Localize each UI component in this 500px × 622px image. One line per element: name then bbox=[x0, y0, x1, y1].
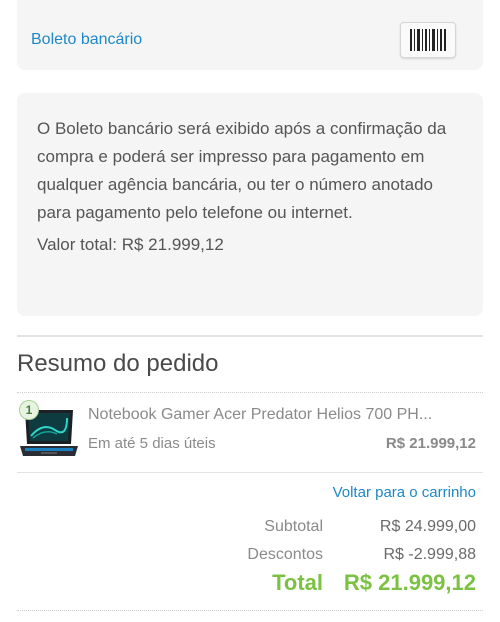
order-summary-title: Resumo do pedido bbox=[17, 350, 219, 377]
barcode-icon bbox=[410, 29, 446, 51]
boleto-info-card: O Boleto bancário será exibido após a co… bbox=[17, 93, 483, 316]
discount-value: R$ -2.999,88 bbox=[383, 546, 476, 563]
total-value: R$ 21.999,12 bbox=[343, 570, 476, 595]
total-label: Total bbox=[272, 570, 323, 595]
summary-divider bbox=[17, 472, 483, 473]
subtotal-label: Subtotal bbox=[264, 518, 323, 535]
payment-method-label[interactable]: Boleto bancário bbox=[31, 31, 142, 49]
payment-method-card[interactable]: Boleto bancário bbox=[17, 0, 483, 70]
boleto-total-text: Valor total: R$ 21.999,12 bbox=[37, 235, 224, 254]
delivery-estimate: Em até 5 dias úteis bbox=[88, 435, 216, 452]
quantity-badge: 1 bbox=[19, 400, 39, 420]
back-to-cart-link[interactable]: Voltar para o carrinho bbox=[333, 484, 476, 501]
product-price: R$ 21.999,12 bbox=[385, 435, 476, 452]
discount-label: Descontos bbox=[247, 546, 323, 563]
bottom-divider bbox=[17, 610, 483, 611]
barcode-button[interactable] bbox=[400, 22, 456, 58]
dotted-divider bbox=[17, 392, 483, 393]
subtotal-value: R$ 24.999,00 bbox=[379, 518, 476, 535]
boleto-info-text: O Boleto bancário será exibido após a co… bbox=[37, 119, 447, 222]
product-name[interactable]: Notebook Gamer Acer Predator Helios 700 … bbox=[88, 406, 458, 424]
section-divider bbox=[17, 335, 483, 337]
product-thumbnail: 1 bbox=[17, 400, 79, 462]
